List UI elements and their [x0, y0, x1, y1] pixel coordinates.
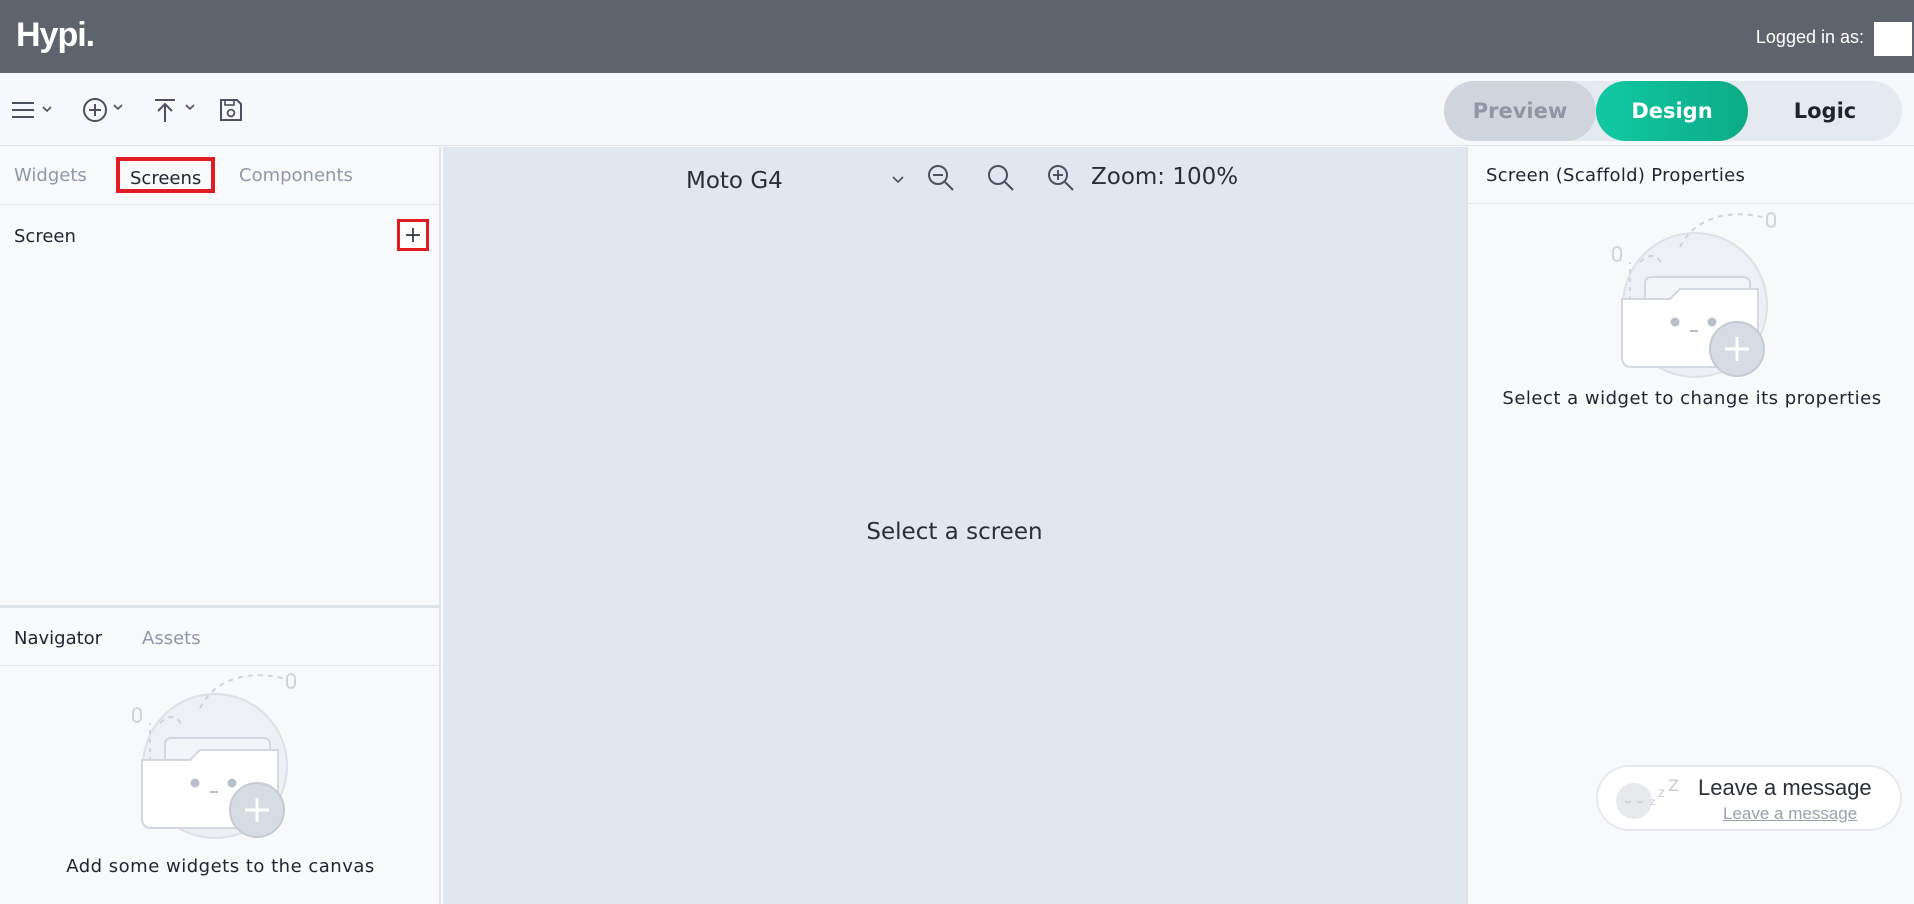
add-screen-button[interactable]: +: [397, 219, 429, 251]
zoom-level-label: Zoom: 100%: [1091, 164, 1239, 190]
chat-title: Leave a message: [1698, 775, 1872, 800]
screen-section-label: Screen: [14, 226, 76, 247]
preview-mode-button[interactable]: Preview: [1444, 81, 1596, 141]
canvas-placeholder: Select a screen: [866, 519, 1043, 545]
chat-link[interactable]: Leave a message: [1723, 804, 1857, 824]
add-button[interactable]: [82, 93, 128, 127]
divider: [1468, 203, 1914, 204]
app-logo: Hypi.: [16, 16, 95, 54]
user-avatar[interactable]: [1874, 22, 1912, 56]
properties-title: Screen (Scaffold) Properties: [1486, 165, 1746, 186]
tab-screens[interactable]: Screens: [116, 157, 216, 193]
logic-mode-button[interactable]: Logic: [1748, 81, 1902, 141]
save-icon: [220, 99, 242, 121]
left-panel: Widgets Screens Components Screen + Navi…: [0, 147, 441, 904]
tab-components[interactable]: Components: [239, 165, 353, 186]
empty-folder-illustration: [1612, 212, 1776, 378]
tab-navigator[interactable]: Navigator: [14, 628, 102, 649]
divider: [0, 665, 441, 666]
toolbar: Preview Design Logic: [0, 73, 1914, 146]
left-tabs: Widgets Screens Components: [0, 147, 441, 205]
plus-circle-icon: [83, 98, 123, 122]
properties-empty-message: Select a widget to change its properties: [1502, 388, 1882, 409]
publish-button[interactable]: [153, 93, 199, 127]
empty-folder-illustration: [132, 673, 296, 839]
zoom-reset-icon[interactable]: [986, 163, 1016, 193]
design-mode-button[interactable]: Design: [1596, 81, 1748, 141]
svg-text:z: z: [1650, 797, 1655, 808]
navigator-panel: Navigator Assets Add some widgets to the…: [0, 605, 441, 904]
device-select[interactable]: Moto G4: [686, 163, 916, 199]
zoom-in-icon[interactable]: [1046, 163, 1076, 193]
design-canvas: Moto G4 Zoom: 100% Select a screen: [443, 147, 1466, 904]
upload-icon: [155, 99, 195, 122]
sleeping-face-icon: z z Z: [1616, 779, 1679, 819]
tab-widgets[interactable]: Widgets: [14, 165, 87, 186]
plus-icon: +: [403, 222, 423, 248]
zoom-out-icon[interactable]: [926, 163, 956, 193]
navigator-empty-message: Add some widgets to the canvas: [66, 856, 375, 877]
hamburger-icon: [12, 102, 52, 118]
menu-button[interactable]: [12, 93, 58, 127]
save-button[interactable]: [219, 93, 243, 127]
chevron-down-icon[interactable]: [891, 175, 905, 185]
tab-assets[interactable]: Assets: [142, 628, 201, 649]
mode-switcher: Preview Design Logic: [1444, 81, 1902, 141]
top-header: Hypi. Logged in as:: [0, 0, 1914, 73]
chat-widget[interactable]: z z Z Leave a message Leave a message: [1598, 767, 1900, 829]
svg-text:Z: Z: [1668, 779, 1679, 795]
logged-in-label: Logged in as:: [1755, 27, 1864, 47]
svg-text:z: z: [1658, 786, 1665, 801]
